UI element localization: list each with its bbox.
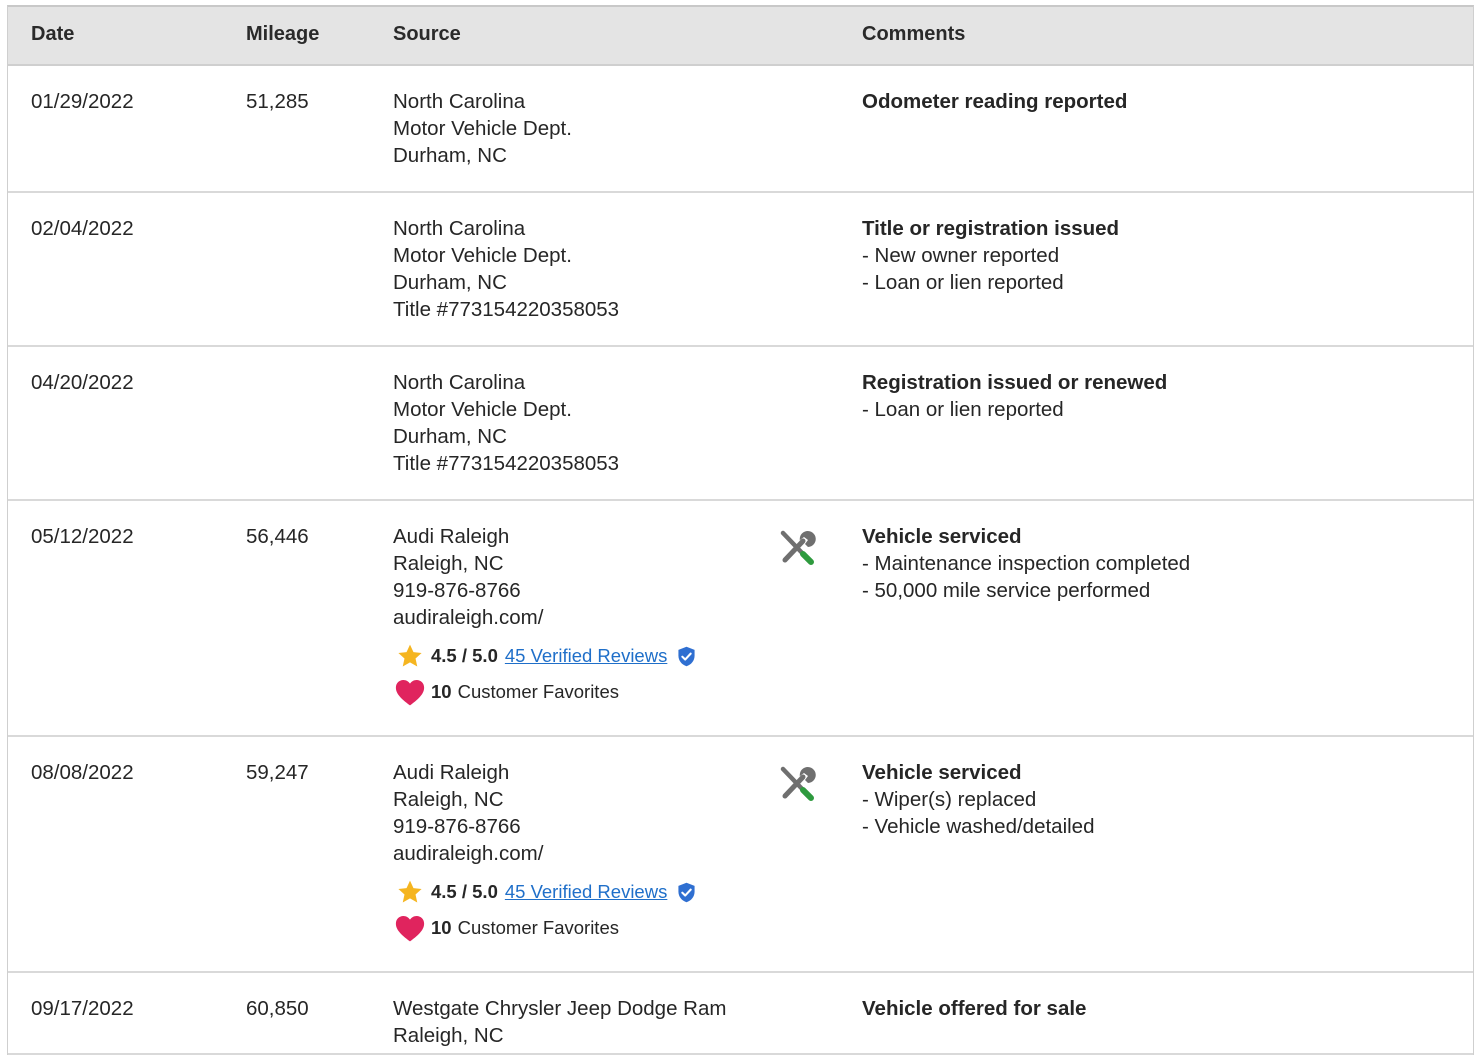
service-tools-icon [776,763,818,812]
source-line: Durham, NC [393,425,507,448]
comment-item: - Loan or lien reported [862,398,1064,421]
column-header-date: Date [31,23,75,45]
favorites-label: Customer Favorites [457,917,619,938]
table-row: 08/08/2022 59,247 Audi Raleigh Raleigh, NC 9… [8,737,1473,973]
rating-value: 4.5 / 5.0 [431,645,498,666]
comment-item: - Loan or lien reported [862,271,1064,294]
row-comments: Title or registration issued - New owner … [862,215,1119,296]
verified-shield-icon [677,882,696,903]
row-date: 09/17/2022 [31,997,134,1020]
row-comments: Odometer reading reported [862,88,1127,115]
comment-title: Vehicle serviced [862,525,1022,548]
comment-title: Vehicle offered for sale [862,997,1087,1020]
rating-row: 4.5 / 5.0 45 Verified Reviews [393,643,696,669]
comment-title: Vehicle serviced [862,761,1022,784]
source-website: audiraleigh.com/ [393,606,544,629]
source-line: Durham, NC [393,144,507,167]
favorites-row: 10 Customer Favorites [393,679,696,705]
favorites-row: 10 Customer Favorites [393,915,696,941]
verified-reviews-link[interactable]: 45 Verified Reviews [505,643,667,669]
favorites-count: 10 [431,917,452,938]
comment-item: - Vehicle washed/detailed [862,815,1095,838]
favorites-count: 10 [431,681,452,702]
comment-item: - New owner reported [862,244,1060,267]
star-icon [394,879,426,905]
heart-icon [394,915,426,941]
source-phone: 919-876-8766 [393,815,521,838]
source-phone: 919-876-8766 [393,579,521,602]
row-source: North Carolina Motor Vehicle Dept. Durham,… [393,88,572,169]
table-row: 09/17/2022 60,850 Westgate Chrysler Jeep D… [8,973,1473,1055]
comment-item: - Maintenance inspection completed [862,552,1191,575]
row-mileage: 59,247 [246,761,309,784]
table-row: 04/20/2022 North Carolina Motor Vehicle De… [8,347,1473,501]
comment-item: - 50,000 mile service performed [862,579,1151,602]
rating-value: 4.5 / 5.0 [431,881,498,902]
row-comments: Vehicle serviced - Wiper(s) replaced - Veh… [862,759,1095,840]
source-line: Audi Raleigh [393,525,510,548]
table-row: 01/29/2022 51,285 North Carolina Motor Vehi… [8,66,1473,193]
source-line: Raleigh, NC [393,552,504,575]
source-line: Motor Vehicle Dept. [393,398,572,421]
source-line: Title #773154220358053 [393,452,620,475]
row-date: 01/29/2022 [31,90,134,113]
source-line: Raleigh, NC [393,1024,504,1047]
favorites-label: Customer Favorites [457,681,619,702]
row-source: Audi Raleigh Raleigh, NC 919-876-8766 audir… [393,759,696,941]
row-mileage: 60,850 [246,997,309,1020]
column-header-mileage: Mileage [246,23,320,45]
comment-title: Title or registration issued [862,217,1120,240]
column-header-source: Source [393,23,461,45]
row-source: Audi Raleigh Raleigh, NC 919-876-8766 audir… [393,523,696,705]
comment-item: - Wiper(s) replaced [862,788,1037,811]
comment-title: Odometer reading reported [862,90,1128,113]
column-header-comments: Comments [862,23,966,45]
source-line: Motor Vehicle Dept. [393,244,572,267]
source-line: Title #773154220358053 [393,298,620,321]
row-comments: Registration issued or renewed - Loan or … [862,369,1167,423]
source-line: Westgate Chrysler Jeep Dodge Ram [393,997,727,1020]
row-source: North Carolina Motor Vehicle Dept. Durham,… [393,369,619,477]
row-date: 02/04/2022 [31,217,134,240]
row-source: North Carolina Motor Vehicle Dept. Durham,… [393,215,619,323]
row-comments: Vehicle serviced - Maintenance inspection… [862,523,1190,604]
comment-title: Registration issued or renewed [862,371,1168,394]
row-date: 04/20/2022 [31,371,134,394]
row-mileage: 56,446 [246,525,309,548]
vehicle-history-table: Date Mileage Source Comments 01/29/2022 5… [7,5,1474,1055]
table-body: 01/29/2022 51,285 North Carolina Motor Vehi… [8,66,1473,1055]
table-header: Date Mileage Source Comments [8,7,1473,66]
source-line: North Carolina [393,371,526,394]
row-mileage: 51,285 [246,90,309,113]
row-date: 08/08/2022 [31,761,134,784]
source-line: Motor Vehicle Dept. [393,117,572,140]
star-icon [394,643,426,669]
source-line: North Carolina [393,90,526,113]
heart-icon [394,679,426,705]
row-date: 05/12/2022 [31,525,134,548]
rating-row: 4.5 / 5.0 45 Verified Reviews [393,879,696,905]
verified-reviews-link[interactable]: 45 Verified Reviews [505,879,667,905]
row-source: Westgate Chrysler Jeep Dodge Ram Raleigh,… [393,995,726,1049]
row-comments: Vehicle offered for sale [862,995,1086,1022]
service-tools-icon [776,527,818,576]
table-row: 05/12/2022 56,446 Audi Raleigh Raleigh, NC 9… [8,501,1473,737]
source-website: audiraleigh.com/ [393,842,544,865]
source-line: Durham, NC [393,271,507,294]
verified-shield-icon [677,646,696,667]
source-line: North Carolina [393,217,526,240]
table-row: 02/04/2022 North Carolina Motor Vehicle De… [8,193,1473,347]
source-line: Audi Raleigh [393,761,510,784]
source-line: Raleigh, NC [393,788,504,811]
